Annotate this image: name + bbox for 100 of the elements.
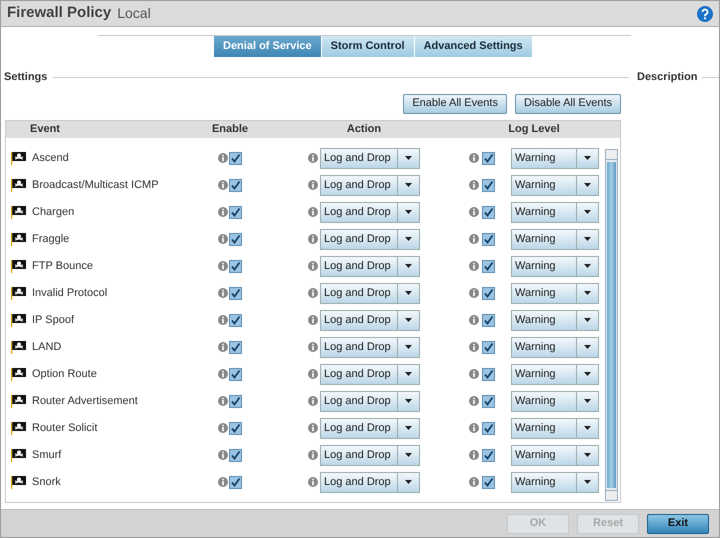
info-icon[interactable] bbox=[218, 342, 228, 352]
checkbox[interactable] bbox=[482, 152, 495, 164]
checkbox[interactable] bbox=[482, 476, 495, 488]
info-icon[interactable] bbox=[469, 315, 479, 325]
dropdown[interactable]: Warning bbox=[511, 174, 599, 196]
checkbox[interactable] bbox=[482, 448, 495, 462]
footer-button[interactable]: Exit bbox=[647, 514, 709, 534]
info-icon[interactable] bbox=[469, 153, 479, 163]
info-icon[interactable] bbox=[308, 450, 318, 460]
dropdown[interactable]: Log and Drop bbox=[320, 364, 420, 384]
info-icon[interactable] bbox=[469, 342, 479, 352]
info-icon[interactable] bbox=[469, 288, 479, 298]
dropdown[interactable]: Warning bbox=[511, 444, 599, 466]
info-icon[interactable] bbox=[218, 369, 228, 379]
checkbox[interactable] bbox=[229, 206, 242, 218]
dropdown[interactable]: Log and Drop bbox=[320, 256, 420, 276]
info-icon[interactable] bbox=[308, 261, 318, 271]
info-icon[interactable] bbox=[308, 207, 318, 217]
info-icon[interactable] bbox=[469, 369, 479, 379]
checkbox[interactable] bbox=[482, 394, 495, 408]
dropdown[interactable]: Log and Drop bbox=[320, 228, 420, 250]
dropdown[interactable]: Warning bbox=[511, 310, 599, 330]
checkbox[interactable] bbox=[482, 178, 495, 192]
pirate-flag-icon bbox=[11, 152, 26, 164]
info-icon[interactable] bbox=[308, 342, 318, 352]
checkbox[interactable] bbox=[482, 286, 495, 300]
dropdown[interactable]: Warning bbox=[511, 256, 599, 276]
dropdown[interactable]: Log and Drop bbox=[320, 148, 420, 168]
dropdown[interactable]: Warning bbox=[511, 228, 599, 250]
tab[interactable]: Advanced Settings bbox=[414, 36, 533, 57]
info-icon[interactable] bbox=[469, 180, 479, 190]
dropdown[interactable]: Log and Drop bbox=[320, 390, 420, 412]
info-icon[interactable] bbox=[308, 396, 318, 406]
info-icon[interactable] bbox=[469, 396, 479, 406]
info-icon[interactable] bbox=[218, 180, 228, 190]
checkbox[interactable] bbox=[229, 340, 242, 354]
info-icon[interactable] bbox=[308, 423, 318, 433]
info-icon[interactable] bbox=[308, 153, 318, 163]
dropdown[interactable]: Warning bbox=[511, 364, 599, 384]
checkbox[interactable] bbox=[482, 422, 495, 434]
checkbox[interactable] bbox=[229, 394, 242, 408]
tab[interactable]: Storm Control bbox=[322, 36, 415, 57]
dropdown[interactable]: Log and Drop bbox=[320, 174, 420, 196]
info-icon[interactable] bbox=[218, 396, 228, 406]
info-icon[interactable] bbox=[218, 315, 228, 325]
checkbox[interactable] bbox=[229, 314, 242, 326]
dropdown[interactable]: Log and Drop bbox=[320, 310, 420, 330]
action-button[interactable]: Enable All Events bbox=[403, 94, 507, 114]
dropdown[interactable]: Log and Drop bbox=[320, 336, 420, 358]
caret-icon bbox=[584, 399, 591, 403]
info-icon[interactable] bbox=[308, 477, 318, 487]
checkbox[interactable] bbox=[482, 206, 495, 218]
checkbox[interactable] bbox=[229, 286, 242, 300]
checkbox[interactable] bbox=[482, 314, 495, 326]
scrollbar[interactable] bbox=[605, 148, 618, 500]
dropdown[interactable]: Warning bbox=[511, 202, 599, 222]
info-icon[interactable] bbox=[469, 450, 479, 460]
info-icon[interactable] bbox=[218, 153, 228, 163]
dropdown[interactable]: Log and Drop bbox=[320, 418, 420, 438]
info-icon[interactable] bbox=[308, 288, 318, 298]
checkbox[interactable] bbox=[229, 260, 242, 272]
dropdown[interactable]: Warning bbox=[511, 472, 599, 492]
checkbox[interactable] bbox=[482, 340, 495, 354]
checkbox[interactable] bbox=[229, 368, 242, 380]
dropdown[interactable]: Warning bbox=[511, 418, 599, 438]
checkbox[interactable] bbox=[229, 448, 242, 462]
info-icon[interactable] bbox=[308, 180, 318, 190]
checkbox[interactable] bbox=[229, 476, 242, 488]
dropdown[interactable]: Log and Drop bbox=[320, 282, 420, 304]
info-icon[interactable] bbox=[469, 234, 479, 244]
dropdown[interactable]: Log and Drop bbox=[320, 472, 420, 492]
info-icon[interactable] bbox=[469, 423, 479, 433]
dropdown[interactable]: Warning bbox=[511, 148, 599, 168]
info-icon[interactable] bbox=[218, 423, 228, 433]
info-icon[interactable] bbox=[469, 207, 479, 217]
info-icon[interactable] bbox=[218, 477, 228, 487]
checkbox[interactable] bbox=[229, 422, 242, 434]
checkbox[interactable] bbox=[229, 152, 242, 164]
info-icon[interactable] bbox=[218, 288, 228, 298]
dropdown[interactable]: Warning bbox=[511, 336, 599, 358]
help-icon[interactable] bbox=[697, 6, 713, 22]
info-icon[interactable] bbox=[308, 315, 318, 325]
checkbox[interactable] bbox=[482, 260, 495, 272]
dropdown[interactable]: Warning bbox=[511, 390, 599, 412]
checkbox[interactable] bbox=[482, 232, 495, 246]
info-icon[interactable] bbox=[218, 207, 228, 217]
checkbox[interactable] bbox=[229, 232, 242, 246]
dropdown[interactable]: Log and Drop bbox=[320, 202, 420, 222]
info-icon[interactable] bbox=[469, 477, 479, 487]
action-button[interactable]: Disable All Events bbox=[514, 94, 621, 114]
info-icon[interactable] bbox=[308, 369, 318, 379]
info-icon[interactable] bbox=[218, 261, 228, 271]
dropdown[interactable]: Warning bbox=[511, 282, 599, 304]
dropdown[interactable]: Log and Drop bbox=[320, 444, 420, 466]
checkbox[interactable] bbox=[229, 178, 242, 192]
checkbox[interactable] bbox=[482, 368, 495, 380]
info-icon[interactable] bbox=[218, 234, 228, 244]
info-icon[interactable] bbox=[218, 450, 228, 460]
info-icon[interactable] bbox=[469, 261, 479, 271]
info-icon[interactable] bbox=[308, 234, 318, 244]
